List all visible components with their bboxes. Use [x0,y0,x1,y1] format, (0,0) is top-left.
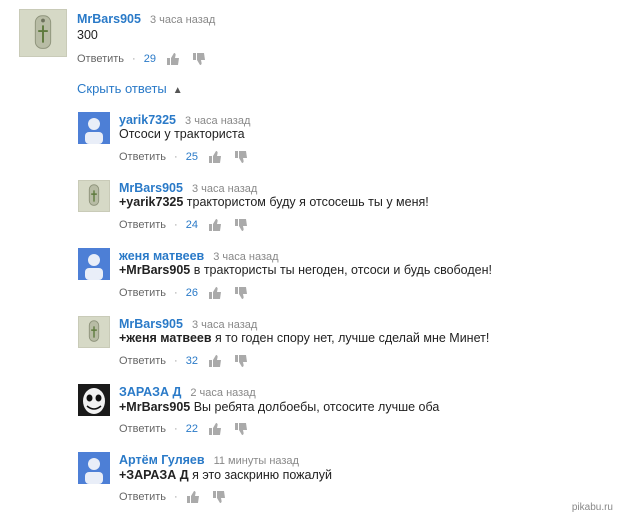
avatar[interactable] [78,112,110,144]
comment-text: +MrBars905 в трактористы ты негоден, отс… [119,263,492,277]
mention-link[interactable]: +женя матвеев [119,331,212,345]
comment-body: я это заскриню пожалуй [188,468,333,482]
author-name[interactable]: Артём Гуляев [119,453,205,467]
separator: · [174,423,178,435]
comment-actions: Ответить · 32 [119,354,260,368]
avatar[interactable] [78,316,110,348]
comment-text: +MrBars905 Вы ребята долбоебы, отсосите … [119,400,439,414]
comment-body: я то годен спору нет, лучше сделай мне М… [211,331,490,345]
comment-actions: Ответить · [119,490,238,504]
reply-button[interactable]: Ответить [119,219,166,231]
thumbs-down-icon[interactable] [192,52,206,66]
avatar[interactable] [78,180,110,212]
comment-time[interactable]: 3 часа назад [192,183,257,195]
separator: · [174,355,178,367]
thumbs-up-icon[interactable] [208,422,222,436]
comment-meta: Артём Гуляев 11 минуты назад [119,451,299,469]
reply-button[interactable]: Ответить [119,423,166,435]
mention-link[interactable]: +ЗАРАЗА Д [119,468,189,482]
separator: · [174,219,178,231]
thumbs-down-icon[interactable] [234,354,248,368]
thumbs-down-icon[interactable] [234,286,248,300]
separator: · [132,53,136,65]
author-name[interactable]: yarik7325 [119,113,176,127]
comment-time[interactable]: 3 часа назад [185,115,250,127]
avatar[interactable] [19,9,67,57]
like-count: 24 [185,219,198,231]
comment-actions: Ответить · 26 [119,286,260,300]
author-name[interactable]: MrBars905 [77,12,141,26]
like-count: 22 [185,423,198,435]
avatar[interactable] [78,248,110,280]
comment-time[interactable]: 3 часа назад [150,14,215,26]
reply-button[interactable]: Ответить [77,53,124,65]
like-count: 25 [185,151,198,163]
comment-body: в трактористы ты негоден, отсоси и будь … [190,263,492,277]
comment-actions: Ответить · 25 [119,150,260,164]
mention-link[interactable]: +MrBars905 [119,400,190,414]
comment-text: +ЗАРАЗА Д я это заскриню пожалуй [119,468,332,482]
comment-text: +yarik7325 трактористом буду я отсосешь … [119,195,429,209]
separator: · [174,491,178,503]
hide-replies-link[interactable]: Скрыть ответы ▲ [77,81,183,96]
comment-actions: Ответить · 22 [119,422,260,436]
thumbs-down-icon[interactable] [212,490,226,504]
thumbs-down-icon[interactable] [234,150,248,164]
hide-replies-label: Скрыть ответы [77,81,167,96]
like-count: 29 [143,53,156,65]
avatar[interactable] [78,452,110,484]
comment-body: трактористом буду я отсосешь ты у меня! [183,195,429,209]
comment-time[interactable]: 3 часа назад [213,251,278,263]
author-name[interactable]: ЗАРАЗА Д [119,385,181,399]
comment-actions: Ответить · 29 [77,52,218,66]
avatar[interactable] [78,384,110,416]
comment-time[interactable]: 2 часа назад [190,387,255,399]
chevron-up-icon: ▲ [172,85,183,96]
mention-link[interactable]: +MrBars905 [119,263,190,277]
thumbs-up-icon[interactable] [166,52,180,66]
separator: · [174,151,178,163]
reply-button[interactable]: Ответить [119,151,166,163]
watermark: pikabu.ru [571,502,613,513]
comment-text: 300 [77,28,98,42]
author-name[interactable]: женя матвеев [119,249,204,263]
comment-actions: Ответить · 24 [119,218,260,232]
comment-meta: MrBars905 3 часа назад [77,10,215,28]
comment-time[interactable]: 3 часа назад [192,319,257,331]
reply-button[interactable]: Ответить [119,491,166,503]
thumbs-down-icon[interactable] [234,218,248,232]
thumbs-up-icon[interactable] [186,490,200,504]
author-name[interactable]: MrBars905 [119,317,183,331]
comment-body: Вы ребята долбоебы, отсосите лучше оба [190,400,440,414]
mention-link[interactable]: +yarik7325 [119,195,183,209]
separator: · [174,287,178,299]
comment-meta: ЗАРАЗА Д 2 часа назад [119,383,256,401]
like-count: 26 [185,287,198,299]
thumbs-up-icon[interactable] [208,218,222,232]
comment-text: Отсоси у тракториста [119,127,245,141]
thumbs-down-icon[interactable] [234,422,248,436]
comment-body: Отсоси у тракториста [119,127,245,141]
thumbs-up-icon[interactable] [208,354,222,368]
reply-button[interactable]: Ответить [119,355,166,367]
thumbs-up-icon[interactable] [208,150,222,164]
thumbs-up-icon[interactable] [208,286,222,300]
reply-button[interactable]: Ответить [119,287,166,299]
author-name[interactable]: MrBars905 [119,181,183,195]
like-count: 32 [185,355,198,367]
comment-text: +женя матвеев я то годен спору нет, лучш… [119,331,489,345]
comment-time[interactable]: 11 минуты назад [214,455,299,467]
